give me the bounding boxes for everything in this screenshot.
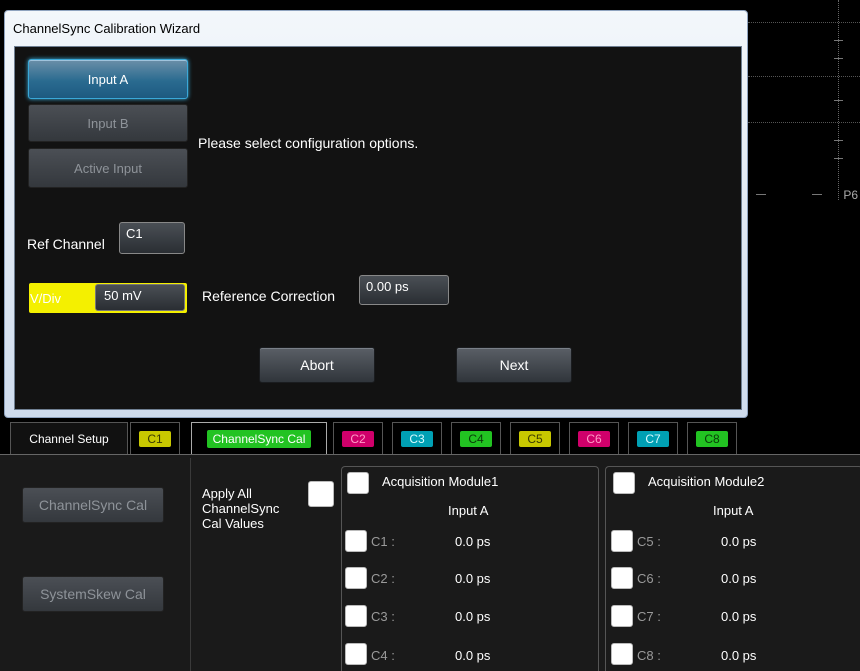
c4-checkbox[interactable] bbox=[345, 643, 367, 665]
apply-all-label: Apply All ChannelSync Cal Values bbox=[202, 486, 279, 531]
reference-correction-label: Reference Correction bbox=[202, 288, 336, 304]
instruction-message: Please select configuration options. bbox=[198, 135, 419, 151]
acquisition-module-1 bbox=[341, 466, 599, 671]
systemskew-cal-button[interactable]: SystemSkew Cal bbox=[22, 576, 164, 612]
tab-label: C5 bbox=[519, 430, 551, 447]
tab-c8[interactable]: C8 bbox=[687, 422, 737, 454]
tab-label: C2 bbox=[342, 430, 374, 447]
scope-display: P6 bbox=[748, 0, 860, 410]
axis-tick bbox=[834, 40, 843, 41]
tab-bar: Channel Setup C1 ChannelSync Cal C2 C3 C… bbox=[0, 418, 860, 454]
dialog-title: ChannelSync Calibration Wizard bbox=[13, 21, 201, 36]
parameter-label: P6 bbox=[843, 188, 858, 202]
tab-c5[interactable]: C5 bbox=[510, 422, 560, 454]
acquisition-module-2 bbox=[605, 466, 860, 671]
reference-correction-field[interactable]: 0.00 ps bbox=[359, 275, 449, 305]
vdiv-label: V/Div bbox=[30, 291, 62, 306]
dialog-content: Input A Input B Active Input Please sele… bbox=[14, 46, 742, 410]
tab-label: ChannelSync Cal bbox=[206, 429, 312, 448]
c6-label: C6 : bbox=[637, 571, 661, 586]
c8-label: C8 : bbox=[637, 648, 661, 663]
panel-divider bbox=[190, 458, 191, 671]
c2-checkbox[interactable] bbox=[345, 567, 367, 589]
module2-title: Acquisition Module2 bbox=[648, 474, 765, 489]
tab-label: C4 bbox=[460, 430, 492, 447]
c8-value: 0.0 ps bbox=[721, 648, 757, 663]
axis-tick bbox=[834, 158, 843, 159]
apply-all-line: Cal Values bbox=[202, 516, 264, 531]
c2-value: 0.0 ps bbox=[455, 571, 491, 586]
tab-label: C7 bbox=[637, 430, 669, 447]
c5-checkbox[interactable] bbox=[611, 530, 633, 552]
grid-line bbox=[748, 76, 860, 77]
tab-channel-setup[interactable]: Channel Setup bbox=[10, 422, 128, 454]
apply-all-checkbox[interactable] bbox=[308, 481, 334, 507]
c4-label: C4 : bbox=[371, 648, 395, 663]
c3-checkbox[interactable] bbox=[345, 605, 367, 627]
c3-label: C3 : bbox=[371, 609, 395, 624]
tab-c1[interactable]: C1 bbox=[130, 422, 180, 454]
c5-label: C5 : bbox=[637, 534, 661, 549]
ref-channel-field[interactable]: C1 bbox=[119, 222, 185, 254]
abort-button[interactable]: Abort bbox=[259, 347, 375, 383]
c3-value: 0.0 ps bbox=[455, 609, 491, 624]
input-a-button[interactable]: Input A bbox=[28, 59, 188, 99]
c7-checkbox[interactable] bbox=[611, 605, 633, 627]
c8-checkbox[interactable] bbox=[611, 643, 633, 665]
tab-c7[interactable]: C7 bbox=[628, 422, 678, 454]
calibration-wizard-dialog: ChannelSync Calibration Wizard Input A I… bbox=[4, 10, 748, 418]
tab-c6[interactable]: C6 bbox=[569, 422, 619, 454]
channelsync-cal-button[interactable]: ChannelSync Cal bbox=[22, 487, 164, 523]
ref-channel-label: Ref Channel bbox=[27, 236, 105, 252]
c7-label: C7 : bbox=[637, 609, 661, 624]
tab-c4[interactable]: C4 bbox=[451, 422, 501, 454]
c6-value: 0.0 ps bbox=[721, 571, 757, 586]
module1-checkbox[interactable] bbox=[347, 472, 369, 494]
vdiv-field[interactable]: 50 mV bbox=[95, 284, 185, 311]
axis-tick bbox=[834, 100, 843, 101]
c1-checkbox[interactable] bbox=[345, 530, 367, 552]
grid-line bbox=[748, 122, 860, 123]
axis-tick bbox=[834, 140, 843, 141]
tab-c2[interactable]: C2 bbox=[333, 422, 383, 454]
axis-dash bbox=[812, 194, 822, 195]
active-input-button[interactable]: Active Input bbox=[28, 148, 188, 188]
input-b-button[interactable]: Input B bbox=[28, 104, 188, 142]
tab-label: C8 bbox=[696, 430, 728, 447]
tab-label: Channel Setup bbox=[29, 431, 109, 446]
c4-value: 0.0 ps bbox=[455, 648, 491, 663]
module2-input: Input A bbox=[713, 503, 754, 518]
apply-all-line: Apply All bbox=[202, 486, 252, 501]
apply-all-line: ChannelSync bbox=[202, 501, 280, 516]
c7-value: 0.0 ps bbox=[721, 609, 757, 624]
tab-channelsync-cal[interactable]: ChannelSync Cal bbox=[191, 422, 327, 454]
module1-title: Acquisition Module1 bbox=[382, 474, 499, 489]
axis-dash bbox=[756, 194, 766, 195]
axis-tick bbox=[834, 58, 843, 59]
c6-checkbox[interactable] bbox=[611, 567, 633, 589]
next-button[interactable]: Next bbox=[456, 347, 572, 383]
module1-input: Input A bbox=[448, 503, 489, 518]
tab-label: C1 bbox=[139, 430, 171, 447]
c1-value: 0.0 ps bbox=[455, 534, 491, 549]
tab-label: C3 bbox=[401, 430, 433, 447]
c2-label: C2 : bbox=[371, 571, 395, 586]
grid-line bbox=[748, 22, 860, 23]
module2-checkbox[interactable] bbox=[613, 472, 635, 494]
c5-value: 0.0 ps bbox=[721, 534, 757, 549]
c1-label: C1 : bbox=[371, 534, 395, 549]
vdiv-control[interactable]: V/Div 50 mV bbox=[29, 283, 187, 313]
tab-c3[interactable]: C3 bbox=[392, 422, 442, 454]
tab-label: C6 bbox=[578, 430, 610, 447]
